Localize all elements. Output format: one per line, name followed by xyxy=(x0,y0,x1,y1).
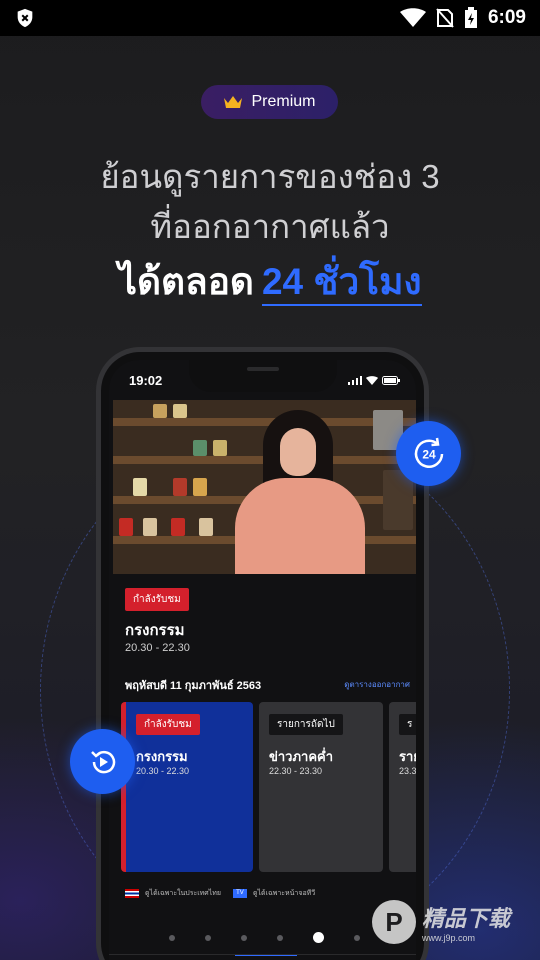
headline-prefix: ได้ตลอด xyxy=(118,261,254,302)
card-tag: ร xyxy=(399,714,416,735)
wifi-icon xyxy=(366,376,378,385)
shield-x-icon xyxy=(17,8,33,28)
24-hour-replay-icon: 24 xyxy=(414,437,443,468)
now-watching-badge: กำลังรับชม xyxy=(125,588,189,611)
premium-label: Premium xyxy=(251,93,316,110)
schedule-card[interactable]: รายการถัดไป ข่าวภาคค่ำ 22.30 - 23.30 xyxy=(259,702,383,872)
availability-legend: ดูได้เฉพาะในประเทศไทย TV ดูได้เฉพาะหน้าจ… xyxy=(125,888,315,899)
timer-label: 24 xyxy=(422,447,436,461)
carousel-dot-active[interactable] xyxy=(313,932,324,943)
headline-line-2: ที่ออกอากาศแล้ว xyxy=(150,208,390,245)
tv-icon: TV xyxy=(232,889,247,898)
crown-icon xyxy=(224,96,243,108)
schedule-link[interactable]: ดูตารางออกอากาศ xyxy=(344,678,410,691)
card-time: 22.30 - 23.30 xyxy=(269,766,323,776)
card-title: ข่าวภาคค่ำ xyxy=(269,749,334,764)
headline-line-3: ได้ตลอด 24 ชั่วโมง xyxy=(0,252,540,311)
carousel-dot[interactable] xyxy=(354,934,360,941)
phone-bottom-nav xyxy=(109,954,416,960)
card-tag: กำลังรับชม xyxy=(136,714,200,735)
card-tag: รายการถัดไป xyxy=(269,714,343,735)
watermark-name: 精品下载 xyxy=(422,906,511,931)
watermark-logo: P 精品下载 www.j9p.com xyxy=(372,900,510,944)
battery-icon xyxy=(382,376,400,385)
carousel-dot[interactable] xyxy=(241,934,247,941)
schedule-card[interactable]: ร ราย 23.3 xyxy=(389,702,416,872)
now-playing-thumbnail[interactable] xyxy=(113,400,416,574)
schedule-date: พฤหัสบดี 11 กุมภาพันธ์ 2563 xyxy=(125,680,262,692)
carousel-dot[interactable] xyxy=(169,934,175,941)
thai-flag-icon xyxy=(125,889,139,898)
carousel-dots xyxy=(169,932,360,943)
now-playing-time: 20.30 - 22.30 xyxy=(125,642,190,654)
replay-icon xyxy=(90,750,115,773)
phone-status-icons xyxy=(348,376,400,385)
no-sim-icon xyxy=(436,8,454,28)
schedule-card[interactable]: กำลังรับชม กรงกรรม 20.30 - 22.30 xyxy=(121,702,253,872)
card-time: 23.3 xyxy=(399,766,416,776)
premium-badge[interactable]: Premium xyxy=(201,85,338,119)
replay-24h-button[interactable]: 24 xyxy=(396,421,461,486)
card-time: 20.30 - 22.30 xyxy=(136,766,190,776)
phone-notch xyxy=(189,360,337,392)
phone-screen: 19:02 กำลังรับชม กรงกรรม 20.30 - 22.30 พ… xyxy=(109,360,416,960)
status-time: 6:09 xyxy=(487,7,526,28)
legend-tv-only: ดูได้เฉพาะหน้าจอทีวี xyxy=(252,890,316,897)
now-playing-title: กรงกรรม xyxy=(125,622,185,639)
headline-line-1: ย้อนดูรายการของช่อง 3 xyxy=(100,158,440,195)
card-title: กรงกรรม xyxy=(136,749,188,764)
legend-thailand-only: ดูได้เฉพาะในประเทศไทย xyxy=(145,890,221,897)
headline-accent: 24 ชั่วโมง xyxy=(261,261,422,306)
phone-mockup: 19:02 กำลังรับชม กรงกรรม 20.30 - 22.30 พ… xyxy=(96,347,429,960)
carousel-dot[interactable] xyxy=(205,934,211,941)
phone-time: 19:02 xyxy=(129,373,163,388)
battery-charging-icon xyxy=(464,7,477,28)
replay-button[interactable] xyxy=(70,729,135,794)
carousel-dot[interactable] xyxy=(277,934,283,941)
signal-icon xyxy=(348,376,362,385)
wifi-icon xyxy=(399,8,426,27)
status-bar: 6:09 xyxy=(0,0,540,36)
watermark-badge: P xyxy=(372,900,416,944)
card-title: ราย xyxy=(399,749,416,764)
watermark-url: www.j9p.com xyxy=(422,933,476,943)
